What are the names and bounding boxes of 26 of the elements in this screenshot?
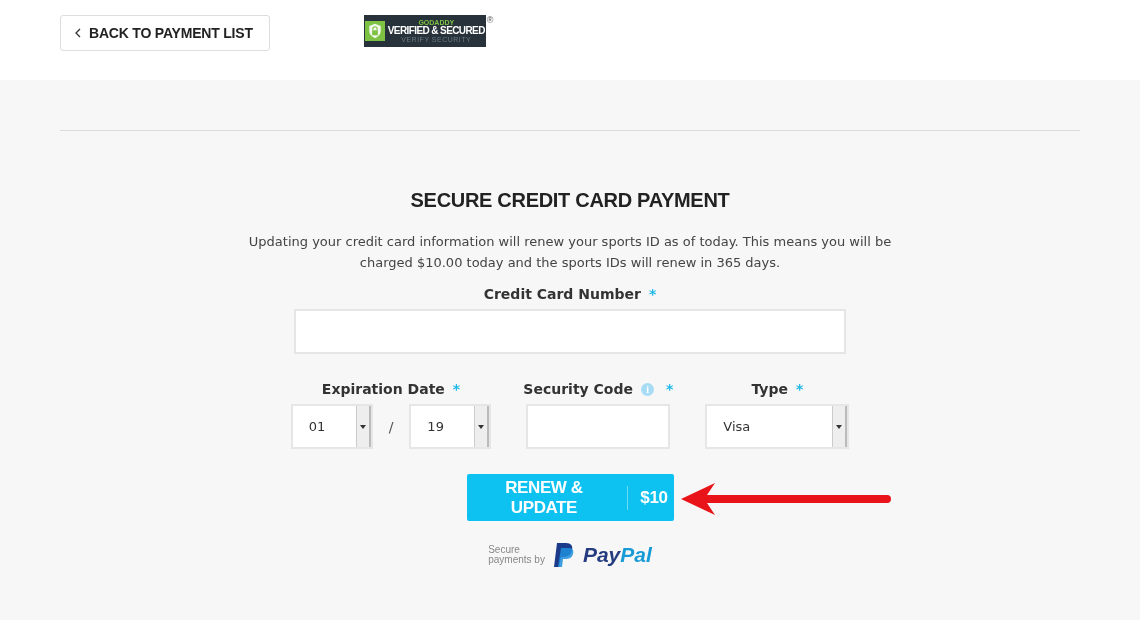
field-label: Expiration Date [321,381,445,397]
secure-payments-text: Secure payments by [488,545,545,565]
caret-icon [359,424,366,429]
page-title: SECURE CREDIT CARD PAYMENT [410,189,730,212]
registered-mark: ® [486,15,494,25]
required-asterisk: * [452,381,461,397]
paypal-wordmark: PayPal [582,543,652,567]
caret-icon [836,424,843,429]
required-asterisk: * [648,286,657,302]
field-label: Type [751,381,788,397]
month-select[interactable]: 01 [290,404,373,449]
date-separator: / [388,418,394,435]
security-code-field[interactable] [526,404,671,449]
year-select[interactable]: 19 [409,404,492,449]
required-asterisk: * [666,381,674,397]
required-asterisk: * [795,381,804,397]
back-button[interactable]: BACK TO PAYMENT LIST [60,15,270,51]
card-type-select[interactable]: Visa [705,404,850,449]
description-text: Updating your credit card information will renew your sports ID as of today. This means you will be charged $10.00 today and the sports IDs will renew in 365 days. [247,233,893,272]
seal-title: VERIFIED & SECURED [387,26,485,36]
chevron-left-icon [75,28,81,38]
caret-icon [478,424,485,429]
field-label: Security Code [523,381,633,397]
card-number-field[interactable] [294,309,846,354]
field-label: Credit Card Number [483,286,641,302]
paypal-logo-icon [552,542,575,568]
